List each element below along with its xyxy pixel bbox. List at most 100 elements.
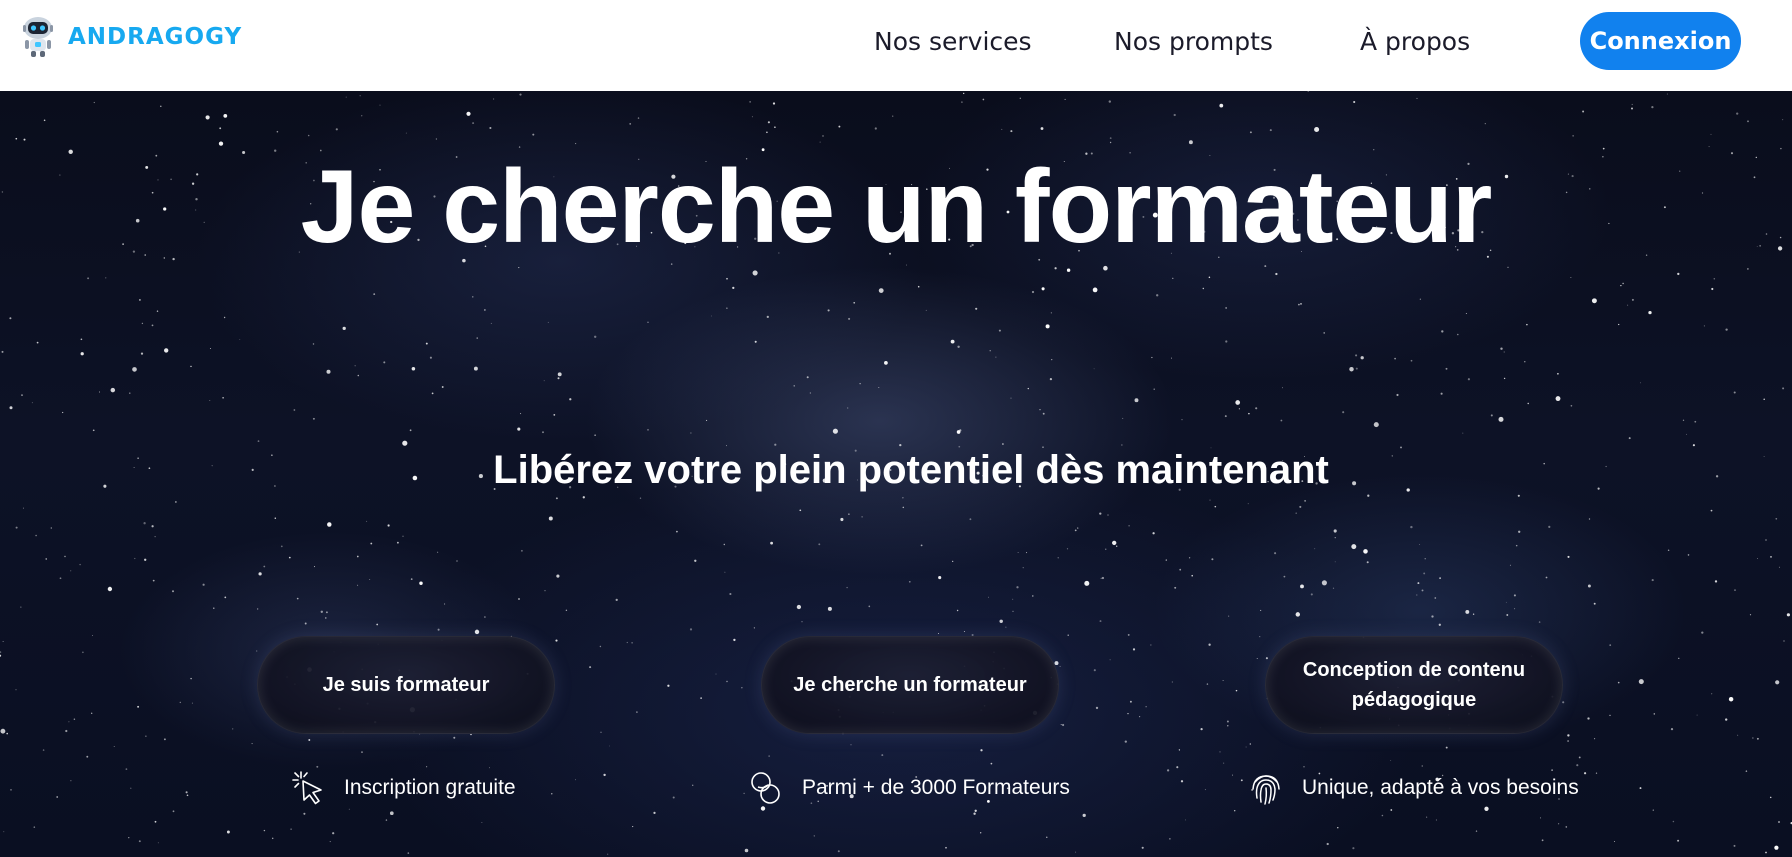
star: [1648, 310, 1652, 315]
star: [902, 506, 905, 509]
star: [517, 427, 521, 431]
star: [950, 339, 955, 344]
star: [1282, 387, 1283, 389]
star: [1710, 509, 1713, 512]
star: [87, 277, 90, 280]
star: [754, 340, 757, 343]
star: [1349, 366, 1354, 372]
star: [1077, 527, 1079, 529]
trainer-signup-button[interactable]: Je suis formateur: [257, 636, 555, 734]
star: [0, 651, 2, 653]
star: [1630, 107, 1634, 110]
star: [1441, 330, 1444, 333]
star: [1206, 683, 1209, 685]
star: [1051, 358, 1053, 361]
star: [1067, 634, 1069, 636]
star: [548, 516, 553, 521]
star: [1184, 819, 1186, 821]
star: [1440, 392, 1443, 395]
nav-link-services[interactable]: Nos services: [874, 26, 1032, 58]
star: [1538, 621, 1541, 623]
star: [1219, 751, 1221, 753]
star: [1235, 689, 1238, 692]
star: [1228, 615, 1230, 617]
robot-logo-icon: [23, 17, 53, 57]
star: [1439, 577, 1441, 579]
star: [1173, 113, 1176, 117]
star: [1775, 680, 1780, 685]
star: [1518, 530, 1521, 533]
hero-title: Je cherche un formateur: [300, 149, 1493, 265]
star: [205, 115, 210, 120]
star: [313, 566, 316, 568]
star: [128, 837, 130, 839]
star: [1765, 851, 1767, 854]
star: [172, 810, 175, 813]
star: [151, 324, 154, 327]
star: [107, 586, 113, 592]
star: [342, 326, 346, 331]
star: [361, 115, 363, 117]
star: [1178, 749, 1181, 751]
star: [1381, 814, 1384, 817]
star: [1667, 549, 1670, 551]
star: [532, 133, 535, 136]
star: [1763, 398, 1765, 400]
star: [1171, 681, 1173, 683]
star: [1171, 357, 1172, 359]
star: [690, 432, 692, 434]
star: [1074, 529, 1077, 532]
star: [818, 543, 821, 546]
star: [335, 128, 338, 131]
star: [1419, 298, 1421, 300]
star: [134, 557, 136, 560]
star: [1711, 287, 1714, 291]
star: [473, 366, 478, 371]
star: [1426, 816, 1428, 818]
star: [706, 419, 708, 421]
content-design-button[interactable]: Conception de contenu pédagogique: [1265, 636, 1563, 734]
star: [1031, 290, 1035, 294]
star: [1465, 609, 1470, 614]
star: [68, 721, 70, 723]
star: [1513, 594, 1516, 597]
star: [1139, 716, 1141, 718]
nav-link-about[interactable]: À propos: [1360, 26, 1470, 58]
star: [1628, 437, 1631, 440]
star: [1295, 512, 1297, 514]
star: [832, 428, 838, 434]
star: [753, 627, 756, 629]
star: [140, 352, 144, 355]
star: [770, 541, 773, 545]
star: [251, 743, 253, 745]
feature-free-signup-text: Inscription gratuite: [344, 776, 516, 799]
star: [1545, 576, 1548, 579]
star: [881, 754, 884, 757]
star: [1765, 539, 1767, 541]
star: [1, 350, 4, 353]
star: [156, 310, 159, 312]
star: [715, 673, 717, 675]
star: [354, 365, 356, 367]
star: [1786, 613, 1790, 617]
star: [137, 705, 140, 708]
star: [1736, 112, 1739, 115]
star: [490, 322, 492, 324]
star: [1562, 701, 1565, 704]
star: [1222, 680, 1224, 681]
star: [1209, 499, 1211, 501]
star: [45, 558, 47, 560]
star: [219, 127, 222, 130]
star: [902, 497, 904, 499]
star: [1774, 845, 1779, 850]
star: [1595, 772, 1598, 774]
star: [226, 830, 230, 834]
star: [637, 117, 640, 119]
find-trainer-button[interactable]: Je cherche un formateur: [761, 636, 1059, 734]
star: [1099, 512, 1102, 515]
star: [1174, 586, 1177, 589]
brand-logo-link[interactable]: ANDRAGOGY: [20, 16, 242, 58]
star: [925, 309, 927, 311]
login-button[interactable]: Connexion: [1580, 12, 1741, 70]
nav-link-prompts[interactable]: Nos prompts: [1114, 26, 1273, 58]
